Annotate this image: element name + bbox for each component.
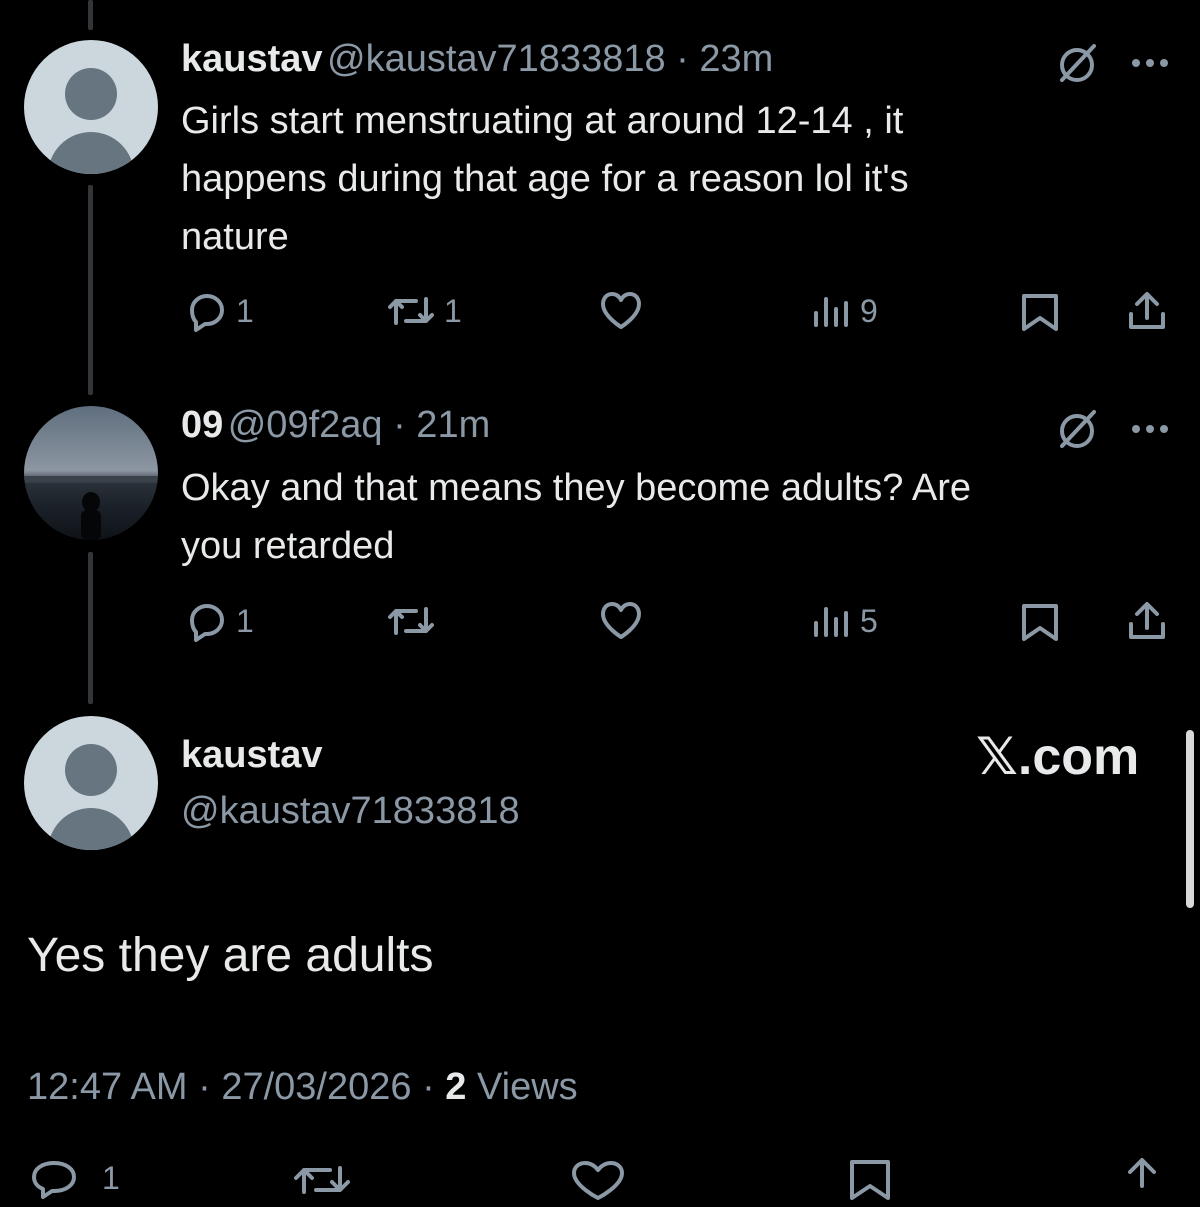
share-icon[interactable] [1126, 600, 1168, 647]
views-count: 9 [860, 292, 878, 329]
bookmark-icon[interactable] [848, 1158, 892, 1207]
repost-button[interactable]: 1 [386, 289, 462, 333]
thread-line-top [88, 0, 93, 30]
reply-count: 1 [236, 602, 254, 639]
x-watermark: 𝕏.com [976, 728, 1140, 786]
avatar[interactable] [24, 40, 158, 174]
more-icon[interactable] [1130, 56, 1170, 74]
display-name[interactable]: kaustav [181, 38, 323, 80]
main-tweet-text: Yes they are adults [27, 929, 434, 982]
more-icon[interactable] [1130, 422, 1170, 440]
repost-icon[interactable] [292, 1158, 352, 1207]
views-count: 5 [860, 602, 878, 639]
bookmark-icon[interactable] [1020, 292, 1060, 337]
views-button[interactable]: 9 [812, 291, 878, 331]
grok-icon[interactable] [1056, 408, 1100, 457]
display-name[interactable]: 09 [181, 404, 223, 446]
handle[interactable]: @kaustav71833818 [181, 790, 520, 833]
reply-icon [32, 1161, 76, 1199]
reply-button[interactable]: 1 [184, 599, 254, 643]
avatar[interactable] [24, 716, 158, 850]
bookmark-icon[interactable] [1020, 602, 1060, 647]
scrollbar[interactable] [1186, 730, 1194, 908]
views-icon [814, 607, 848, 637]
like-button[interactable] [598, 599, 644, 643]
like-icon [601, 292, 641, 329]
reply-button[interactable]: 1 [26, 1156, 120, 1200]
repost-button[interactable] [386, 599, 436, 643]
repost-icon [388, 607, 434, 635]
grok-icon[interactable] [1056, 42, 1100, 91]
thread-line [88, 552, 93, 704]
tweet-text: Girls start menstruating at around 12-14… [181, 100, 909, 258]
thread-line [88, 185, 93, 395]
timestamp-text[interactable]: 12:47 AM · 27/03/2026 · [27, 1066, 445, 1108]
tweet-timestamp: 12:47 AM · 27/03/2026 · 2 Views [27, 1066, 578, 1109]
views-icon [814, 297, 848, 327]
tweet-text: Okay and that means they become adults? … [181, 467, 972, 567]
handle-time: @kaustav71833818 · 23m [327, 38, 774, 80]
like-icon [601, 602, 641, 639]
reply-button[interactable]: 1 [184, 289, 254, 333]
like-button[interactable] [598, 289, 644, 333]
repost-count: 1 [444, 292, 462, 329]
reply-count: 1 [102, 1159, 120, 1196]
views-label: Views [466, 1066, 578, 1108]
share-icon[interactable] [1126, 290, 1168, 337]
views-button[interactable]: 5 [812, 601, 878, 641]
share-icon[interactable] [1120, 1156, 1164, 1205]
repost-icon [388, 297, 434, 325]
reply-icon [190, 294, 224, 332]
reply-icon [190, 604, 224, 642]
reply-count: 1 [236, 292, 254, 329]
display-name[interactable]: kaustav [181, 734, 323, 777]
avatar[interactable] [24, 406, 158, 540]
handle-time: @09f2aq · 21m [227, 404, 491, 446]
tweet-header: kaustav @kaustav71833818 · 23m [181, 38, 773, 81]
views-count: 2 [445, 1066, 467, 1108]
tweet-header: 09 @09f2aq · 21m [181, 404, 490, 447]
like-icon[interactable] [568, 1158, 628, 1207]
